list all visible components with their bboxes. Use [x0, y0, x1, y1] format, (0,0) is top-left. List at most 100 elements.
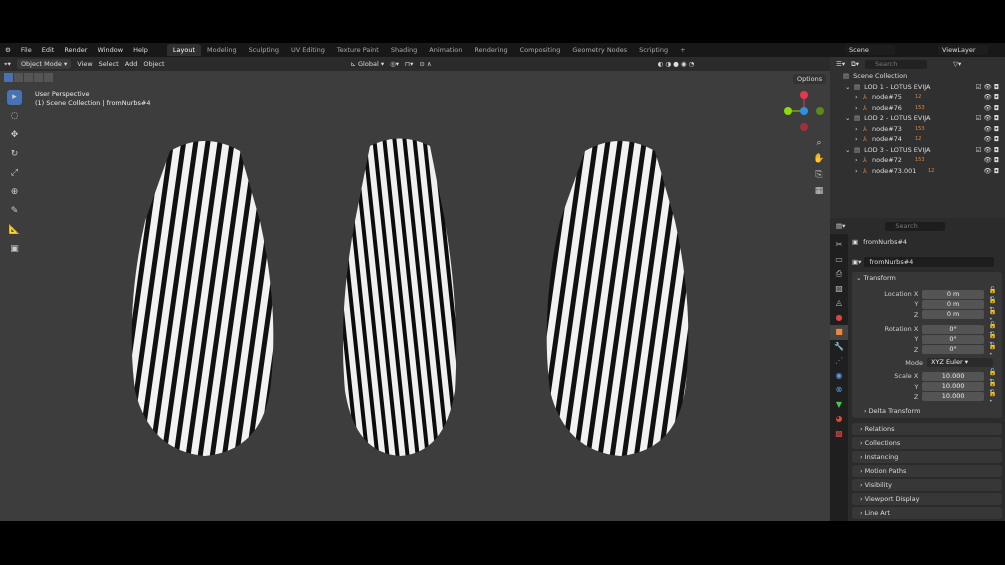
rotation-y-field[interactable]: 0°: [922, 334, 984, 344]
object-row[interactable]: › ⅄ node#73.001 12 👁 ◘: [830, 166, 1005, 177]
location-z-field[interactable]: 0 m: [922, 310, 984, 320]
car-models[interactable]: [110, 131, 730, 461]
add-workspace-button[interactable]: +: [674, 44, 691, 56]
modifier-tab-icon[interactable]: 🔧: [830, 340, 848, 355]
navigation-gizmo[interactable]: [780, 87, 830, 137]
tab-texture-paint[interactable]: Texture Paint: [331, 44, 385, 56]
outliner-search-input[interactable]: Search: [865, 59, 927, 69]
constraints-tab-icon[interactable]: ⊗: [830, 383, 848, 398]
menu-select[interactable]: Select: [99, 60, 119, 68]
rotation-mode-dropdown[interactable]: XYZ Euler ▾: [927, 358, 993, 368]
panel-line-art[interactable]: › Line Art: [852, 507, 1002, 519]
lock-icon[interactable]: 🔓 •: [989, 342, 1002, 358]
transform-orientation[interactable]: ⊾ Global ▾: [351, 60, 385, 68]
panel-instancing[interactable]: › Instancing: [852, 451, 1002, 463]
tab-uv-editing[interactable]: UV Editing: [285, 44, 331, 56]
funnel-icon[interactable]: ▽▾: [953, 60, 961, 68]
options-button[interactable]: Options: [793, 74, 827, 84]
filter-icon[interactable]: ⧉▾: [851, 60, 859, 69]
rotation-x-field[interactable]: 0°: [922, 324, 984, 334]
visibility-toggles[interactable]: 👁 ◘: [984, 93, 999, 101]
blender-logo-icon[interactable]: ⚙: [0, 46, 16, 54]
lock-icon[interactable]: 🔓 •: [989, 389, 1002, 405]
view-layer-tab-icon[interactable]: ▨: [830, 282, 848, 297]
view-layer-selector[interactable]: ViewLayer: [938, 45, 988, 55]
pivot-icon[interactable]: ◎▾: [390, 60, 399, 68]
visibility-toggles[interactable]: ☑ 👁 ◘: [976, 146, 999, 154]
annotate-tool-icon[interactable]: ✎: [7, 204, 22, 219]
transform-panel-header[interactable]: ⌄ Transform: [852, 272, 1002, 285]
panel-relations[interactable]: › Relations: [852, 423, 1002, 435]
properties-search-input[interactable]: Search: [885, 221, 946, 231]
object-row[interactable]: › ⅄ node#74 12 👁 ◘: [830, 134, 1005, 145]
menu-edit[interactable]: Edit: [37, 46, 60, 54]
location-x-field[interactable]: 0 m: [922, 289, 984, 299]
output-tab-icon[interactable]: ⎙: [830, 267, 848, 282]
collection-row[interactable]: ⌄ ▤ LOD 2 - LOTUS EVIJA ☑ 👁 ◘: [830, 113, 1005, 124]
world-tab-icon[interactable]: ●: [830, 311, 848, 326]
data-tab-icon[interactable]: ▼: [830, 398, 848, 413]
proportional-edit-icon[interactable]: ⊙ ∧: [419, 60, 431, 68]
tab-sculpting[interactable]: Sculpting: [243, 44, 285, 56]
tab-layout[interactable]: Layout: [166, 44, 202, 56]
physics-tab-icon[interactable]: ◉: [830, 369, 848, 384]
menu-add[interactable]: Add: [125, 60, 138, 68]
display-mode-icon[interactable]: ☰▾: [836, 60, 845, 68]
menu-help[interactable]: Help: [128, 46, 153, 54]
tab-rendering[interactable]: Rendering: [468, 44, 513, 56]
tab-shading[interactable]: Shading: [385, 44, 423, 56]
tab-scripting[interactable]: Scripting: [633, 44, 674, 56]
panel-visibility[interactable]: › Visibility: [852, 479, 1002, 491]
scale-z-field[interactable]: 10.000: [922, 392, 984, 402]
snap-icon[interactable]: ⊓▾: [405, 60, 413, 68]
render-tab-icon[interactable]: ▭: [830, 253, 848, 268]
collection-row[interactable]: ⌄ ▤ LOD 1 - LOTUS EVIJA ☑ 👁 ◘: [830, 82, 1005, 93]
menu-file[interactable]: File: [16, 46, 37, 54]
editor-type-icon[interactable]: ▤▾: [836, 222, 845, 230]
shading-buttons[interactable]: ◐ ◑ ● ◉ ◔: [658, 60, 695, 68]
visibility-toggles[interactable]: 👁 ◘: [984, 167, 999, 175]
scene-selector[interactable]: Scene: [845, 45, 895, 55]
visibility-toggles[interactable]: 👁 ◘: [984, 135, 999, 143]
collection-row[interactable]: ⌄ ▤ LOD 3 - LOTUS EVIJA ☑ 👁 ◘: [830, 145, 1005, 156]
editor-type-icon[interactable]: ⌖▾: [4, 60, 11, 69]
object-row[interactable]: › ⅄ node#75 12 👁 ◘: [830, 92, 1005, 103]
3d-viewport[interactable]: User Perspective (1) Scene Collection | …: [0, 71, 830, 521]
tool-tab-icon[interactable]: ✂: [830, 238, 848, 253]
visibility-toggles[interactable]: 👁 ◘: [984, 156, 999, 164]
measure-tool-icon[interactable]: 📐: [7, 223, 22, 238]
object-row[interactable]: › ⅄ node#76 153 👁 ◘: [830, 103, 1005, 114]
panel-collections[interactable]: › Collections: [852, 437, 1002, 449]
object-name-field[interactable]: fromNurbs#4: [864, 257, 995, 267]
visibility-toggles[interactable]: 👁 ◘: [984, 125, 999, 133]
scene-collection-row[interactable]: ▤ Scene Collection: [830, 71, 1005, 82]
cursor-tool-icon[interactable]: ◌: [7, 109, 22, 124]
object-tab-icon[interactable]: ■: [830, 325, 848, 340]
object-row[interactable]: › ⅄ node#72 153 👁 ◘: [830, 155, 1005, 166]
menu-window[interactable]: Window: [92, 46, 128, 54]
view-nav-buttons[interactable]: ⌕ ✋ ⎘ ▦: [812, 135, 826, 199]
select-box-tool-icon[interactable]: ▸: [7, 90, 22, 105]
rotate-tool-icon[interactable]: ↻: [7, 147, 22, 162]
add-cube-tool-icon[interactable]: ▣: [7, 242, 22, 257]
tab-modeling[interactable]: Modeling: [201, 44, 243, 56]
location-y-field[interactable]: 0 m: [922, 299, 984, 309]
transform-tool-icon[interactable]: ⊕: [7, 185, 22, 200]
menu-view[interactable]: View: [77, 60, 92, 68]
scale-x-field[interactable]: 10.000: [922, 371, 984, 381]
panel-motion-paths[interactable]: › Motion Paths: [852, 465, 1002, 477]
scale-tool-icon[interactable]: ⤢: [7, 166, 22, 181]
delta-transform-subpanel[interactable]: › Delta Transform: [852, 407, 1002, 415]
visibility-toggles[interactable]: ☑ 👁 ◘: [976, 114, 999, 122]
selection-mode-buttons[interactable]: [4, 73, 53, 82]
particles-tab-icon[interactable]: ⋰: [830, 354, 848, 369]
menu-render[interactable]: Render: [59, 46, 92, 54]
panel-viewport-display[interactable]: › Viewport Display: [852, 493, 1002, 505]
object-row[interactable]: › ⅄ node#73 153 👁 ◘: [830, 124, 1005, 135]
visibility-toggles[interactable]: ☑ 👁 ◘: [976, 83, 999, 91]
tab-compositing[interactable]: Compositing: [514, 44, 567, 56]
move-tool-icon[interactable]: ✥: [7, 128, 22, 143]
mode-selector[interactable]: Object Mode ▾: [16, 59, 72, 69]
scale-y-field[interactable]: 10.000: [922, 382, 984, 392]
scene-tab-icon[interactable]: ◬: [830, 296, 848, 311]
